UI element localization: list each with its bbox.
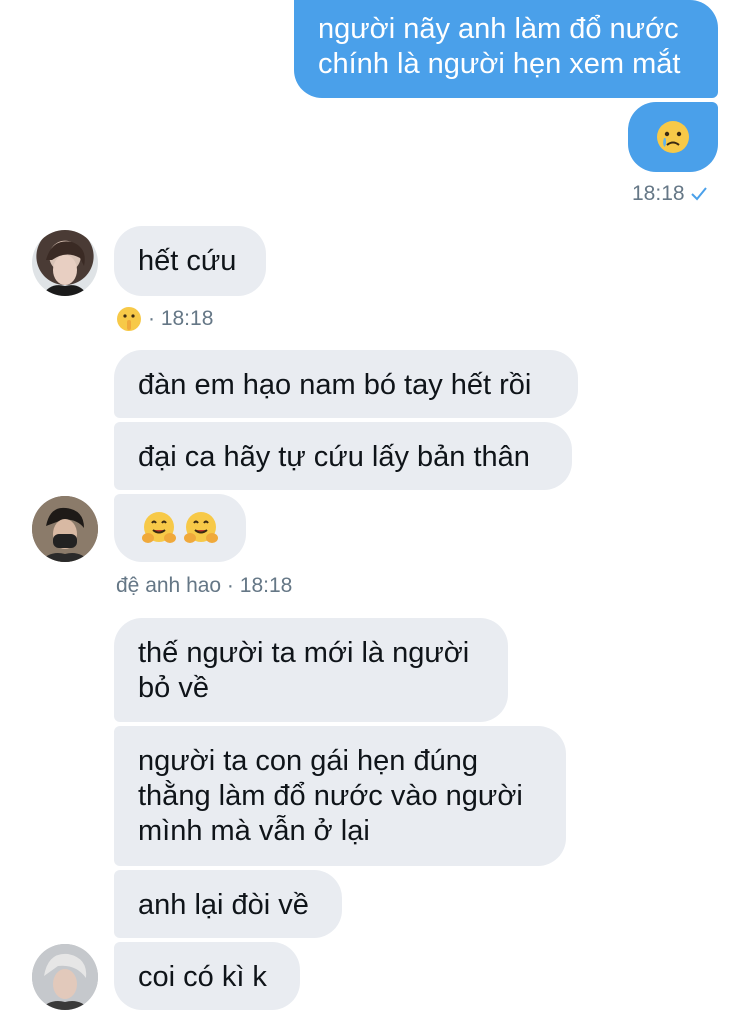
hugging-face-icon (184, 512, 218, 543)
sender-name-time: đệ anh hao · 18:18 (116, 574, 293, 597)
outgoing-message-emoji[interactable] (628, 102, 718, 172)
read-check-icon (690, 187, 707, 201)
crying-face-icon (657, 121, 689, 153)
incoming-meta-2: đệ anh hao · 18:18 (116, 574, 292, 598)
hugging-face-icon (142, 512, 176, 543)
outgoing-meta: 18:18 (632, 182, 707, 206)
incoming-message-1[interactable]: hết cứu (114, 226, 266, 296)
outgoing-time: 18:18 (632, 182, 685, 205)
avatar[interactable] (32, 944, 98, 1010)
shushing-face-icon (117, 307, 141, 331)
incoming-message-7[interactable]: anh lại đòi về (114, 870, 342, 938)
incoming-message-8[interactable]: coi có kì k (114, 942, 300, 1010)
incoming-message-emoji[interactable] (114, 494, 246, 562)
avatar[interactable] (32, 230, 98, 296)
incoming-message-2[interactable]: đàn em hạo nam bó tay hết rồi (114, 350, 578, 418)
incoming-time-1: · 18:18 (148, 307, 214, 330)
avatar[interactable] (32, 496, 98, 562)
incoming-message-5[interactable]: thế người ta mới là người bỏ về (114, 618, 508, 722)
incoming-message-6[interactable]: người ta con gái hẹn đúng thằng làm đổ n… (114, 726, 566, 866)
incoming-meta-1: · 18:18 (116, 306, 213, 332)
outgoing-message-1[interactable]: người nãy anh làm đổ nước chính là người… (294, 0, 718, 98)
incoming-message-3[interactable]: đại ca hãy tự cứu lấy bản thân (114, 422, 572, 490)
